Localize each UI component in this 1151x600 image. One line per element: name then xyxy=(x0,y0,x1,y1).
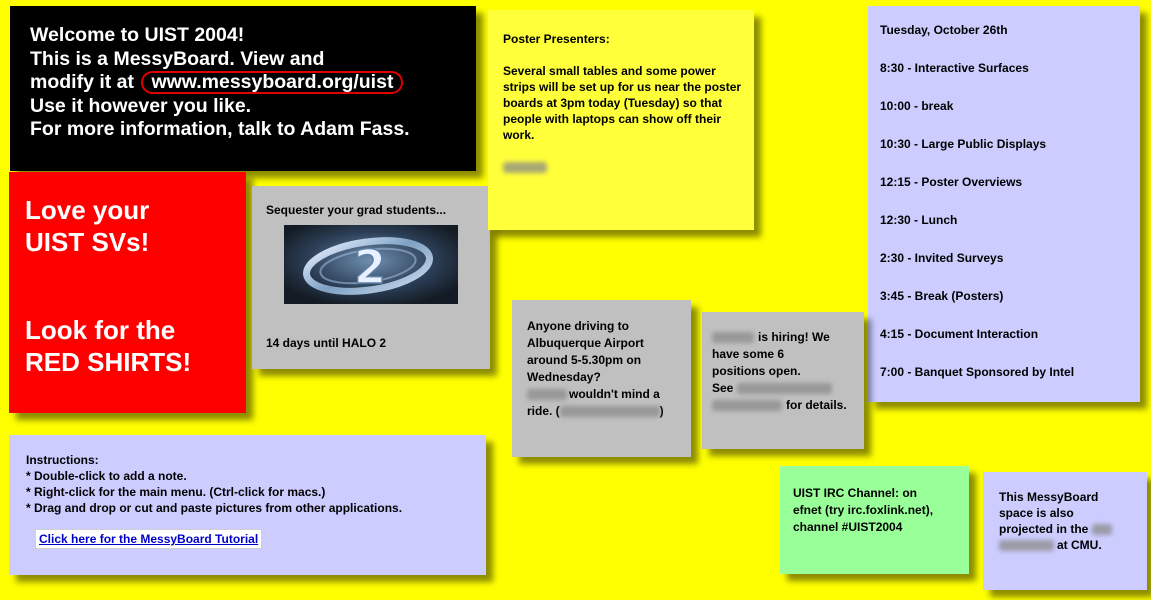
schedule-item: 7:00 - Banquet Sponsored by Intel xyxy=(880,365,1075,379)
welcome-note[interactable]: Welcome to UIST 2004! This is a MessyBoa… xyxy=(10,6,476,171)
airport-line-6-suffix: ) xyxy=(659,404,664,418)
schedule-item: 4:15 - Document Interaction xyxy=(880,327,1039,341)
cmu-line: space is also xyxy=(999,506,1074,520)
welcome-line-4: Use it however you like. xyxy=(30,94,252,117)
hiring-line: See xyxy=(712,380,859,397)
svs-gap xyxy=(25,258,246,314)
messyboard-canvas[interactable]: Welcome to UIST 2004! This is a MessyBoa… xyxy=(0,0,1151,600)
redacted-location-part-2 xyxy=(999,540,1054,552)
instruction-line: * Double-click to add a note. xyxy=(26,469,187,483)
airport-line: around 5-5.30pm on xyxy=(527,353,642,367)
airport-line: wouldn't mind a xyxy=(527,386,685,403)
redacted-signature xyxy=(503,162,547,174)
hiring-line: positions open. xyxy=(712,364,801,378)
welcome-line-2: This is a MessyBoard. View and xyxy=(30,47,325,70)
redacted-url-part-2 xyxy=(712,400,782,412)
halo-logo-graphic: 2 xyxy=(284,225,458,304)
cmu-line: This MessyBoard xyxy=(999,490,1099,504)
schedule-item: 12:15 - Poster Overviews xyxy=(880,175,1023,189)
poster-spacer xyxy=(503,47,744,63)
welcome-line-5: For more information, talk to Adam Fass. xyxy=(30,118,410,140)
airport-line: Wednesday? xyxy=(527,370,601,384)
airport-line-5-text: wouldn't mind a xyxy=(569,387,660,401)
redacted-location-part-1 xyxy=(1091,524,1112,536)
hiring-line: have some 6 xyxy=(712,347,785,361)
schedule-item: 2:30 - Invited Surveys xyxy=(880,251,1004,265)
poster-note-body: Several small tables and some power stri… xyxy=(503,64,742,142)
instruction-line: * Right-click for the main menu. (Ctrl-c… xyxy=(26,485,326,499)
redacted-email xyxy=(559,406,660,418)
hiring-line: is hiring! We xyxy=(712,329,859,346)
instructions-title: Instructions: xyxy=(26,453,99,467)
welcome-line-3: modify it at www.messyboard.org/uist xyxy=(30,71,456,95)
instructions-note[interactable]: Instructions: * Double-click to add a no… xyxy=(9,435,486,575)
student-volunteers-note[interactable]: Love your UIST SVs! Look for the RED SHI… xyxy=(9,172,246,413)
welcome-line-3-prefix: modify it at xyxy=(30,71,135,93)
messyboard-url[interactable]: www.messyboard.org/uist xyxy=(141,71,404,94)
redacted-name xyxy=(527,389,567,401)
svs-line-3: Look for the xyxy=(25,315,176,345)
hiring-line-5-text: for details. xyxy=(786,398,847,412)
hiring-line-1-text: is hiring! We xyxy=(758,330,830,344)
cmu-line: at CMU. xyxy=(999,537,1142,553)
poster-note-title: Poster Presenters: xyxy=(503,32,610,46)
halo-note-title: Sequester your grad students... xyxy=(266,203,447,217)
irc-line: channel #UIST2004 xyxy=(793,520,903,534)
redacted-url-part-1 xyxy=(736,383,832,395)
irc-line: UIST IRC Channel: on xyxy=(793,486,917,500)
cmu-line-4-text: at CMU. xyxy=(1057,538,1102,552)
schedule-item: Tuesday, October 26th xyxy=(880,23,1008,37)
cmu-line: projected in the xyxy=(999,521,1142,537)
tutorial-link[interactable]: Click here for the MessyBoard Tutorial xyxy=(35,529,263,549)
hiring-line-4-text: See xyxy=(712,381,734,395)
airport-ride-note[interactable]: Anyone driving to Albuquerque Airport ar… xyxy=(512,300,691,457)
schedule-item: 3:45 - Break (Posters) xyxy=(880,289,1004,303)
hiring-line: for details. xyxy=(712,397,859,414)
halo-note[interactable]: Sequester your grad students... 2 14 day… xyxy=(252,186,490,369)
poster-spacer-2 xyxy=(503,143,744,159)
schedule-item: 8:30 - Interactive Surfaces xyxy=(880,61,1029,75)
welcome-title: Welcome to UIST 2004! xyxy=(30,24,245,46)
schedule-item: 10:30 - Large Public Displays xyxy=(880,137,1047,151)
svs-line-2: UIST SVs! xyxy=(25,227,150,257)
halo-countdown: 14 days until HALO 2 xyxy=(266,336,387,350)
schedule-item: 10:00 - break xyxy=(880,99,954,113)
halo-2-image[interactable]: 2 xyxy=(284,225,458,304)
airport-line: ride. () xyxy=(527,403,685,420)
airport-line: Albuquerque Airport xyxy=(527,336,644,350)
irc-channel-note[interactable]: UIST IRC Channel: on efnet (try irc.foxl… xyxy=(780,466,969,574)
airport-line-6-prefix: ride. ( xyxy=(527,404,560,418)
redacted-company xyxy=(712,332,754,344)
halo-2-numeral: 2 xyxy=(354,240,386,294)
instruction-line: * Drag and drop or cut and paste picture… xyxy=(26,501,403,515)
schedule-note[interactable]: Tuesday, October 26th 8:30 - Interactive… xyxy=(868,6,1140,402)
poster-presenters-note[interactable]: Poster Presenters: Several small tables … xyxy=(488,10,754,230)
cmu-line-3-text: projected in the xyxy=(999,522,1089,536)
irc-line: efnet (try irc.foxlink.net), xyxy=(793,503,934,517)
svs-line-1: Love your xyxy=(25,195,150,225)
airport-line: Anyone driving to xyxy=(527,319,629,333)
schedule-item: 12:30 - Lunch xyxy=(880,213,958,227)
cmu-projection-note[interactable]: This MessyBoard space is also projected … xyxy=(983,472,1147,590)
svs-line-4: RED SHIRTS! xyxy=(25,347,192,377)
hiring-note[interactable]: is hiring! We have some 6 positions open… xyxy=(702,312,864,449)
